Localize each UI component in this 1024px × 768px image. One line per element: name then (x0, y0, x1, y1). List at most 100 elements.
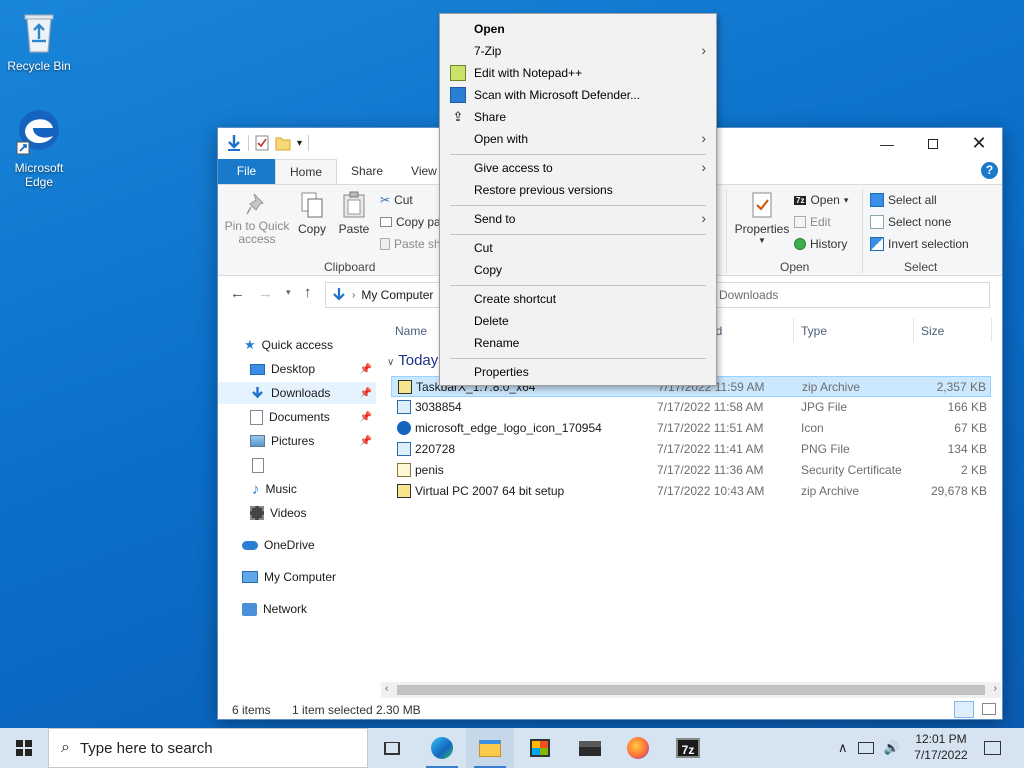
column-header-type[interactable]: Type (801, 324, 827, 338)
sidebar-item-blank[interactable] (218, 454, 376, 476)
sidebar-item-onedrive[interactable]: OneDrive (218, 534, 376, 556)
properties-button[interactable]: Properties ▼ (734, 191, 790, 245)
sidebar-item-my-computer[interactable]: My Computer (218, 566, 376, 588)
details-view-icon[interactable] (954, 701, 974, 718)
menu-item-scan-defender[interactable]: Scan with Microsoft Defender... (440, 84, 716, 106)
table-row[interactable]: penis 7/17/2022 11:36 AM Security Certif… (391, 460, 991, 481)
recent-locations-icon[interactable]: ▾ (286, 287, 291, 298)
menu-item-7zip[interactable]: 7-Zip › (440, 40, 716, 62)
maximize-icon (928, 138, 938, 149)
paste-shortcut-button[interactable]: Paste sh (380, 237, 441, 251)
new-folder-icon[interactable] (275, 135, 291, 151)
help-button[interactable]: ? (981, 162, 998, 179)
menu-item-copy[interactable]: Copy (440, 259, 716, 281)
menu-item-send-to[interactable]: Send to › (440, 208, 716, 230)
taskbar-app-7zip[interactable]: 7z (664, 728, 712, 768)
qat-dropdown-icon[interactable]: ▾ (297, 138, 302, 149)
select-all-button[interactable]: Select all (870, 193, 937, 207)
properties-checklist-icon[interactable] (255, 135, 269, 151)
taskbar-app-mail[interactable] (566, 728, 614, 768)
paste-icon (343, 191, 365, 218)
network-status-icon[interactable] (857, 742, 874, 754)
qat-divider (248, 135, 249, 151)
minimize-button[interactable]: — (864, 128, 910, 159)
invert-selection-button[interactable]: Invert selection (870, 237, 969, 251)
task-view-button[interactable] (368, 728, 416, 768)
horizontal-scrollbar[interactable]: ‹ › (381, 682, 1001, 698)
group-header-today[interactable]: ∨ Today (387, 352, 438, 369)
menu-item-edit-notepad[interactable]: Edit with Notepad++ (440, 62, 716, 84)
table-row[interactable]: 3038854 7/17/2022 11:58 AM JPG File 166 … (391, 397, 991, 418)
menu-item-share[interactable]: ⇪ Share (440, 106, 716, 128)
menu-item-properties[interactable]: Properties (440, 361, 716, 383)
tab-home[interactable]: Home (275, 159, 338, 184)
table-row[interactable]: 220728 7/17/2022 11:41 AM PNG File 134 K… (391, 439, 991, 460)
menu-item-label: Edit with Notepad++ (474, 66, 583, 80)
sidebar-item-videos[interactable]: Videos (218, 502, 376, 524)
sidebar-item-label: Quick access (261, 338, 334, 352)
sidebar-item-downloads[interactable]: Downloads 📌 (218, 382, 376, 404)
file-name: 3038854 (415, 400, 462, 414)
taskbar-app-store[interactable] (516, 728, 564, 768)
breadcrumb-separator-icon: › (352, 289, 356, 301)
copy-path-button[interactable]: Copy pa (380, 215, 441, 229)
address-bar[interactable]: › My Computer (325, 282, 445, 308)
copy-button[interactable]: Copy (296, 191, 328, 236)
menu-item-rename[interactable]: Rename (440, 332, 716, 354)
menu-item-create-shortcut[interactable]: Create shortcut (440, 288, 716, 310)
column-header-size[interactable]: Size (921, 324, 944, 338)
sidebar-item-music[interactable]: ♪ Music (218, 478, 376, 500)
paste-button[interactable]: Paste (336, 191, 372, 236)
notification-center-button[interactable] (968, 728, 1016, 768)
close-button[interactable]: ✕ (956, 128, 1002, 159)
menu-item-cut[interactable]: Cut (440, 237, 716, 259)
file-name: 220728 (415, 442, 456, 456)
sidebar-item-documents[interactable]: Documents 📌 (218, 406, 376, 428)
desktop-icon-recycle-bin[interactable]: Recycle Bin (4, 8, 74, 73)
sidebar-item-quick-access[interactable]: ★ Quick access (244, 334, 402, 356)
menu-item-open[interactable]: Open (440, 18, 716, 40)
table-row[interactable]: Virtual PC 2007 64 bit setup 7/17/2022 1… (391, 481, 991, 502)
taskbar-app-file-explorer[interactable] (466, 728, 514, 768)
open-button[interactable]: 7z Open ▾ (794, 193, 848, 207)
chevron-up-icon[interactable]: ∧ (838, 740, 848, 756)
scrollbar-thumb[interactable] (397, 685, 985, 695)
back-arrow-icon[interactable]: ← (230, 285, 245, 302)
pin-to-quick-access-button[interactable]: Pin to Quick access (224, 191, 290, 246)
system-tray: ∧ 🔊 (838, 728, 900, 768)
sidebar-item-desktop[interactable]: Desktop 📌 (218, 358, 376, 380)
menu-item-open-with[interactable]: Open with › (440, 128, 716, 150)
sidebar-item-pictures[interactable]: Pictures 📌 (218, 430, 376, 452)
tab-share[interactable]: Share (337, 159, 397, 184)
volume-icon[interactable]: 🔊 (884, 740, 900, 756)
forward-arrow-icon[interactable]: → (258, 285, 273, 302)
taskbar-search-input[interactable]: ⌕ Type here to search (48, 728, 368, 768)
menu-item-restore-versions[interactable]: Restore previous versions (440, 179, 716, 201)
table-row[interactable]: microsoft_edge_logo_icon_170954 7/17/202… (391, 418, 991, 439)
scroll-right-icon[interactable]: › (994, 683, 997, 694)
taskbar-clock[interactable]: 12:01 PM 7/17/2022 (906, 731, 976, 763)
select-none-button[interactable]: Select none (870, 215, 951, 229)
file-size: 2 KB (960, 463, 987, 477)
desktop-icon-edge[interactable]: Microsoft Edge (4, 104, 74, 189)
up-arrow-icon[interactable]: ↑ (304, 284, 312, 301)
tab-file[interactable]: File (218, 159, 275, 184)
start-button[interactable] (0, 728, 48, 768)
download-arrow-icon[interactable] (226, 134, 242, 152)
scroll-left-icon[interactable]: ‹ (385, 683, 388, 694)
maximize-button[interactable] (910, 128, 956, 159)
taskbar-app-edge[interactable] (418, 728, 466, 768)
cut-button[interactable]: ✂ Cut (380, 193, 413, 207)
taskbar-app-firefox[interactable] (614, 728, 662, 768)
history-button[interactable]: History (794, 237, 847, 251)
menu-item-delete[interactable]: Delete (440, 310, 716, 332)
computer-icon (242, 571, 258, 583)
search-input[interactable]: h Downloads (700, 282, 990, 308)
column-header-name[interactable]: Name (395, 324, 427, 338)
network-icon (242, 602, 257, 616)
scissors-icon: ✂ (380, 193, 391, 207)
sidebar-item-network[interactable]: Network (218, 598, 376, 620)
menu-item-give-access[interactable]: Give access to › (440, 157, 716, 179)
edit-button[interactable]: Edit (794, 215, 831, 229)
large-icons-view-icon[interactable] (982, 703, 996, 715)
